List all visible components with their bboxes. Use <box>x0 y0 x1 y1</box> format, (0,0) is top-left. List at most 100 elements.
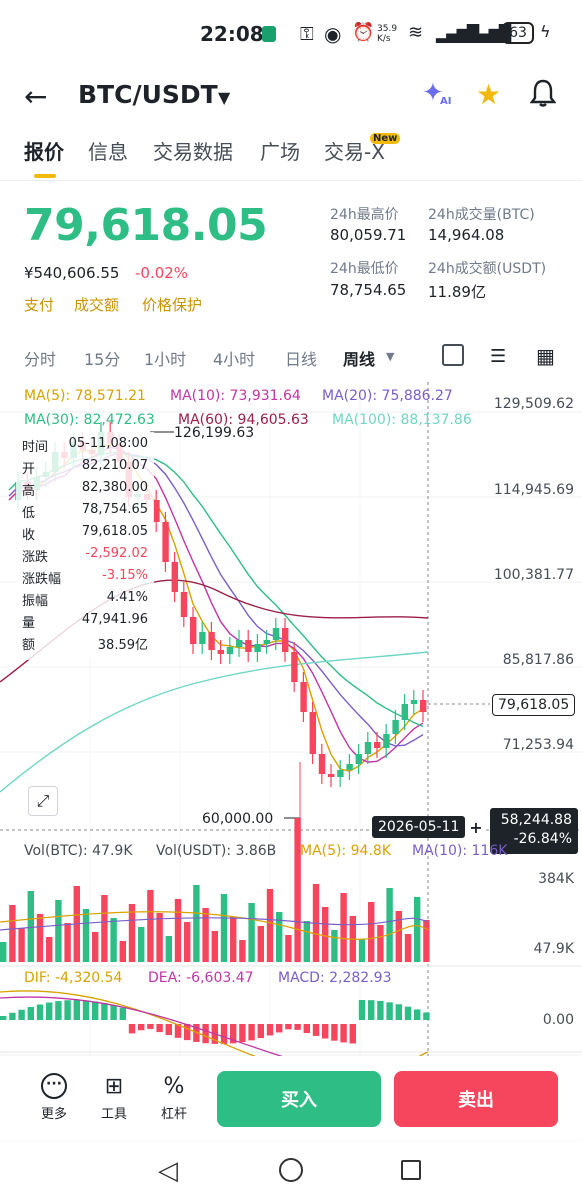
volume-bar <box>331 930 338 962</box>
fullscreen-icon[interactable]: ⤢ <box>28 786 58 816</box>
candle <box>383 734 390 748</box>
interval-caret-icon[interactable]: ▼ <box>386 350 394 363</box>
macd-bar <box>349 1024 356 1044</box>
volume-bar <box>358 939 366 962</box>
more-label: 更多 <box>40 1107 67 1122</box>
link-pay[interactable]: 支付 <box>24 294 54 315</box>
volume-bar <box>202 908 209 962</box>
last-price: 79,618.05 <box>24 200 268 251</box>
link-price-protect[interactable]: 价格保护 <box>142 294 202 315</box>
interval-1h[interactable]: 1小时 <box>144 346 186 370</box>
nav-home-icon[interactable] <box>279 1158 303 1182</box>
tab-underline <box>34 174 56 178</box>
price-change: -0.02% <box>135 264 189 282</box>
ohlc-value: 47,941.96 <box>81 612 148 627</box>
ohlc-value: 38.59亿 <box>97 638 148 653</box>
volume-bar <box>368 902 375 962</box>
caret-down-icon[interactable]: ▼ <box>218 88 230 107</box>
macd-bar <box>119 1007 126 1020</box>
candle <box>208 632 215 650</box>
volume-bar <box>36 914 44 962</box>
ohlc-key: 开 <box>22 462 36 477</box>
ma10-label: MA(10): 73,931.64 <box>170 388 301 404</box>
volume-bar <box>119 941 126 962</box>
volume-bar <box>340 893 347 962</box>
sell-button[interactable]: 卖出 <box>394 1071 558 1127</box>
vol-ma5-legend: MA(5): 94.8K <box>300 843 392 859</box>
crosshair-plus-icon[interactable]: + <box>466 818 486 838</box>
volume-bar <box>239 940 246 962</box>
candle <box>153 500 160 522</box>
net-speed: 35.9 K/s <box>377 24 398 44</box>
volume-bars <box>0 818 430 962</box>
volume-bar <box>147 890 154 962</box>
current-price-tag: 79,618.05 <box>492 694 576 716</box>
macd-bar <box>46 1002 53 1020</box>
tab-square[interactable]: 广场 <box>260 136 300 165</box>
nav-back-icon[interactable]: ◁ <box>158 1156 178 1186</box>
tab-trading-data[interactable]: 交易数据 <box>153 136 233 165</box>
price-axis-3: 100,381.77 <box>493 567 574 583</box>
macd-bar <box>101 1003 108 1020</box>
pair-title[interactable]: BTC/USDT <box>78 80 218 109</box>
bell-icon[interactable] <box>529 78 557 107</box>
vol-btc-label: 24h成交量(BTC) <box>428 207 535 223</box>
vol-btc-value: 14,964.08 <box>428 226 505 244</box>
more-button[interactable]: ··· 更多 <box>34 1073 74 1122</box>
ohlc-key: 额 <box>22 638 36 653</box>
macd-bar <box>184 1024 191 1041</box>
macd-bar <box>73 1000 80 1020</box>
volume-bar <box>55 900 62 962</box>
ohlc-key: 涨跌 <box>22 550 49 565</box>
candle <box>392 720 399 734</box>
nav-recents-icon[interactable] <box>401 1160 421 1180</box>
candle <box>180 592 188 617</box>
macd-bar <box>147 1024 154 1029</box>
link-turnover[interactable]: 成交额 <box>74 294 119 315</box>
macd-bar <box>404 1006 412 1020</box>
ohlc-row: 涨跌幅 -3.15% <box>22 568 148 587</box>
price-axis-2: 114,945.69 <box>493 482 574 498</box>
tab-info[interactable]: 信息 <box>88 136 128 165</box>
candle <box>318 754 326 774</box>
volume-bar <box>248 903 255 962</box>
back-arrow-icon[interactable]: ← <box>24 80 47 113</box>
vol-axis-bottom: 47.9K <box>533 941 574 957</box>
wifi-icon: ≋ <box>408 22 424 43</box>
macd-bar <box>414 1009 421 1020</box>
status-bar: 22:08 ⚿ ◉ ⏰ 35.9 K/s ≋ ▂▄▆█ ▂▄▆█ 63 ϟ <box>0 0 582 68</box>
high-value: 80,059.71 <box>330 226 407 244</box>
candle <box>171 562 178 592</box>
crosshair-price: 58,244.88 <box>500 812 572 828</box>
ma100-label: MA(100): 88,137.86 <box>332 412 472 428</box>
macd-bar <box>0 1016 7 1020</box>
interval-4h[interactable]: 4小时 <box>213 346 255 370</box>
tab-quote[interactable]: 报价 <box>24 136 64 165</box>
vol-usdt-value: 11.89亿 <box>428 283 486 301</box>
macd-bar <box>138 1024 145 1031</box>
candle <box>254 644 261 652</box>
tools-button[interactable]: ⊞ 工具 <box>94 1075 134 1123</box>
candle <box>410 700 418 704</box>
interval-1d[interactable]: 日线 <box>285 346 317 370</box>
indicator-settings-icon[interactable]: ☰ <box>490 346 506 367</box>
ohlc-row: 高 82,380.00 <box>22 480 148 499</box>
grid-layout-icon[interactable]: ▦ <box>536 344 555 368</box>
chart-mode-icon[interactable] <box>442 344 464 366</box>
buy-button[interactable]: 买入 <box>217 1071 381 1127</box>
interval-15m[interactable]: 15分 <box>84 346 120 370</box>
ohlc-value: 79,618.05 <box>81 524 148 539</box>
ohlc-row: 涨跌 -2,592.02 <box>22 546 148 565</box>
ohlc-key: 涨跌幅 <box>22 572 62 587</box>
volume-bar <box>174 899 182 962</box>
macd-bar <box>340 1024 347 1043</box>
interval-time[interactable]: 分时 <box>24 346 56 370</box>
leverage-button[interactable]: % 杠杆 <box>154 1075 194 1123</box>
macd-bar <box>303 1024 310 1033</box>
volume-bar <box>9 905 16 962</box>
crosshair-date: 2026-05-11 <box>372 816 466 838</box>
star-icon[interactable]: ★ <box>476 78 501 111</box>
interval-1w[interactable]: 周线 <box>343 346 375 370</box>
volume-bar <box>404 934 412 962</box>
candle <box>337 770 344 777</box>
